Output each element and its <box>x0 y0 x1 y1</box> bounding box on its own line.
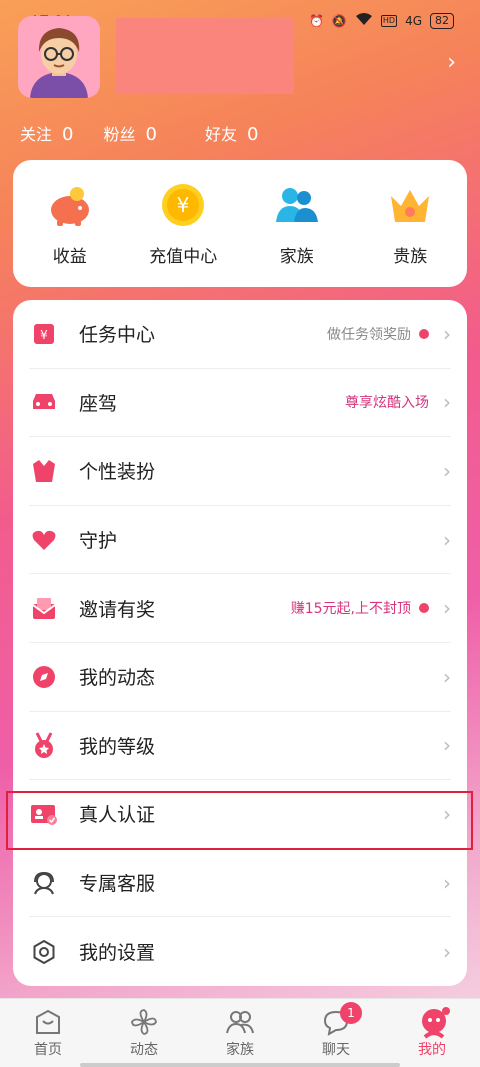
wifi-icon <box>355 12 373 29</box>
svg-text:¥: ¥ <box>177 193 190 217</box>
menu-label: 邀请有奖 <box>79 598 156 621</box>
menu-label: 我的设置 <box>79 942 156 965</box>
menu-label: 专属客服 <box>79 873 156 896</box>
follow-stat[interactable]: 关注 0 <box>20 121 73 145</box>
hd-badge: HD <box>380 14 398 27</box>
alarm-icon: ⏰ <box>308 13 324 28</box>
menu-item-invite[interactable]: 邀请有奖 赚15元起,上不封顶 › <box>29 574 451 643</box>
outfit-icon <box>29 456 59 486</box>
menu-label: 我的动态 <box>79 667 156 690</box>
invite-icon <box>29 593 59 623</box>
quick-noble[interactable]: 贵族 <box>354 160 468 287</box>
follow-label: 关注 <box>20 125 53 144</box>
friends-label: 好友 <box>204 125 237 144</box>
tab-me[interactable]: 我的 <box>384 999 480 1067</box>
avatar[interactable] <box>18 16 100 98</box>
task-icon: ¥ <box>29 319 59 349</box>
tab-moments[interactable]: 动态 <box>96 999 192 1067</box>
quick-recharge-label: 充值中心 <box>149 247 218 267</box>
car-icon <box>29 387 59 417</box>
pinwheel-icon <box>129 1007 159 1037</box>
chevron-right-icon: › <box>443 458 451 483</box>
chevron-right-icon: › <box>443 870 451 895</box>
menu-item-task-center[interactable]: ¥ 任务中心 做任务领奖励 › <box>29 300 451 369</box>
menu-hint: 赚15元起,上不封顶 <box>291 598 429 618</box>
menu-label: 任务中心 <box>79 324 156 347</box>
tab-home[interactable]: 首页 <box>0 999 96 1067</box>
menu-card: ¥ 任务中心 做任务领奖励 › 座驾 尊享炫酷入场 › 个性装扮 › 守护 › … <box>13 300 467 986</box>
quick-noble-label: 贵族 <box>393 247 428 267</box>
tab-label: 动态 <box>130 1042 158 1058</box>
menu-hint-text: 做任务领奖励 <box>327 326 411 343</box>
fans-label: 粉丝 <box>103 125 136 144</box>
bottom-tab-bar: 首页 动态 家族 1 聊天 我的 <box>0 998 480 1067</box>
fans-stat[interactable]: 粉丝 0 <box>103 121 156 145</box>
fans-count: 0 <box>145 124 157 145</box>
menu-item-car[interactable]: 座驾 尊享炫酷入场 › <box>29 369 451 438</box>
menu-hint: 做任务领奖励 <box>327 324 429 344</box>
me-icon <box>417 1007 450 1039</box>
menu-item-my-posts[interactable]: 我的动态 › <box>29 643 451 712</box>
family-icon <box>274 182 320 228</box>
tab-family[interactable]: 家族 <box>192 999 288 1067</box>
svg-text:¥: ¥ <box>40 328 48 342</box>
medal-icon <box>29 730 59 760</box>
piggy-bank-icon <box>47 182 93 228</box>
settings-icon <box>29 937 59 967</box>
home-icon <box>33 1007 63 1037</box>
profile-stats: 关注 0 粉丝 0 好友 0 <box>20 121 258 145</box>
chat-badge: 1 <box>340 1002 362 1024</box>
quick-recharge[interactable]: ¥ 充值中心 <box>127 160 241 287</box>
menu-label: 我的等级 <box>79 735 156 758</box>
menu-label: 守护 <box>79 530 118 553</box>
notification-dot <box>419 603 429 614</box>
yuan-coin-icon: ¥ <box>160 182 206 228</box>
menu-item-customer-service[interactable]: 专属客服 › <box>29 849 451 918</box>
quick-family-label: 家族 <box>279 247 314 267</box>
chevron-right-icon: › <box>443 733 451 758</box>
compass-icon <box>29 662 59 692</box>
quick-family[interactable]: 家族 <box>240 160 354 287</box>
mute-icon: 🔕 <box>331 13 347 28</box>
follow-count: 0 <box>62 124 74 145</box>
tab-label: 家族 <box>226 1042 254 1058</box>
notification-dot <box>419 328 429 339</box>
heart-shield-icon <box>29 525 59 555</box>
menu-label: 座驾 <box>79 392 118 415</box>
chevron-right-icon: › <box>443 527 451 552</box>
menu-item-settings[interactable]: 我的设置 › <box>29 917 451 986</box>
quick-actions-card: 收益 ¥ 充值中心 家族 贵族 <box>13 160 467 287</box>
menu-item-guard[interactable]: 守护 › <box>29 506 451 575</box>
tab-label: 首页 <box>34 1042 62 1058</box>
username-redacted <box>116 18 294 94</box>
friends-count: 0 <box>246 124 259 145</box>
menu-hint-text: 赚15元起,上不封顶 <box>290 601 411 618</box>
group-icon <box>225 1007 255 1037</box>
friends-stat[interactable]: 好友 0 <box>205 121 258 145</box>
chevron-right-icon: › <box>443 939 451 964</box>
quick-earnings-label: 收益 <box>52 247 87 267</box>
tab-label: 聊天 <box>322 1042 350 1058</box>
network-label: 4G <box>405 13 422 28</box>
menu-hint: 尊享炫酷入场 <box>345 392 429 412</box>
headset-icon <box>29 868 59 898</box>
highlight-box <box>6 791 473 850</box>
chevron-right-icon: › <box>443 596 451 621</box>
crown-icon <box>387 182 433 228</box>
chevron-right-icon: › <box>443 390 451 415</box>
profile-chevron-icon[interactable]: › <box>447 50 456 75</box>
tab-label: 我的 <box>418 1042 446 1058</box>
tab-chat[interactable]: 1 聊天 <box>288 999 384 1067</box>
menu-item-outfit[interactable]: 个性装扮 › <box>29 437 451 506</box>
menu-item-my-level[interactable]: 我的等级 › <box>29 712 451 781</box>
quick-earnings[interactable]: 收益 <box>13 160 127 287</box>
menu-hint-text: 尊享炫酷入场 <box>345 395 429 412</box>
chevron-right-icon: › <box>443 664 451 689</box>
menu-label: 个性装扮 <box>79 461 156 484</box>
battery-icon: 82 <box>430 12 454 29</box>
chevron-right-icon: › <box>443 321 451 346</box>
home-indicator <box>80 1063 400 1067</box>
status-icons: ⏰ 🔕 HD 4G 82 <box>309 12 454 29</box>
